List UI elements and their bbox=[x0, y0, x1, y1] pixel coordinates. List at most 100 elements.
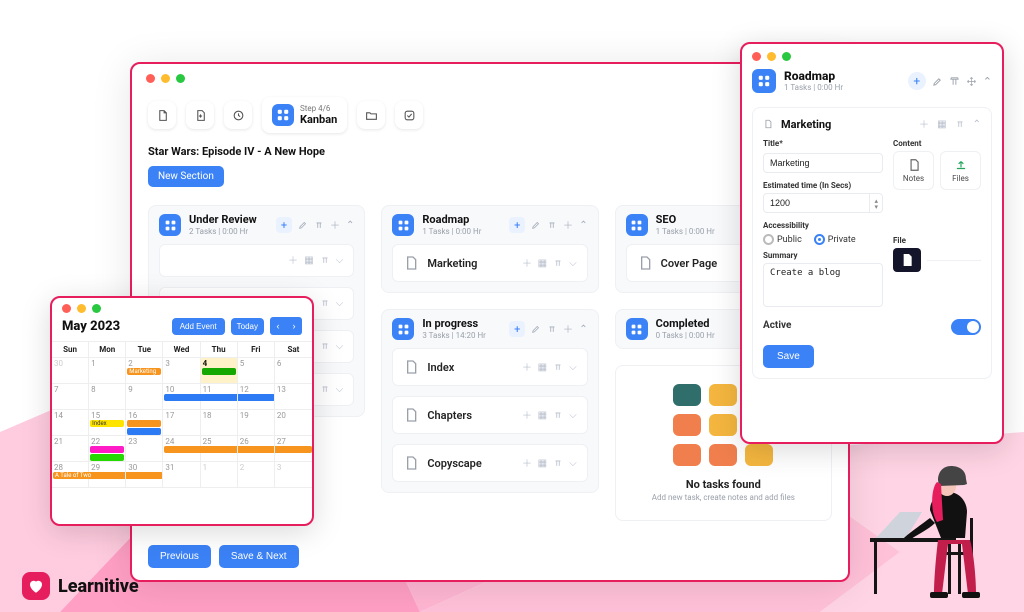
next-month-button[interactable]: › bbox=[286, 317, 302, 335]
grid-icon[interactable]: ▦ bbox=[538, 410, 547, 421]
move-icon[interactable] bbox=[522, 362, 532, 373]
calendar-cell[interactable]: 9 bbox=[126, 384, 163, 410]
edit-icon[interactable] bbox=[531, 220, 541, 231]
step-indicator-kanban[interactable]: Step 4/6Kanban bbox=[262, 97, 347, 133]
doc-add-icon[interactable] bbox=[186, 101, 214, 129]
calendar-cell[interactable]: 21 bbox=[52, 436, 89, 462]
delete-icon[interactable] bbox=[553, 362, 563, 373]
delete-icon[interactable] bbox=[553, 458, 563, 469]
calendar-cell[interactable]: 16 bbox=[126, 410, 163, 436]
move-icon[interactable] bbox=[563, 220, 573, 231]
delete-icon[interactable] bbox=[547, 220, 557, 231]
today-button[interactable]: Today bbox=[231, 318, 264, 335]
calendar-cell[interactable]: 14 bbox=[52, 410, 89, 436]
calendar-event[interactable] bbox=[90, 446, 124, 453]
calendar-cell[interactable]: 7 bbox=[52, 384, 89, 410]
public-radio[interactable]: Public bbox=[763, 234, 802, 245]
est-input[interactable] bbox=[763, 193, 870, 213]
previous-button[interactable]: Previous bbox=[148, 545, 211, 568]
save-button[interactable]: Save bbox=[763, 345, 814, 368]
grid-icon[interactable]: ▦ bbox=[538, 362, 547, 373]
add-task-icon[interactable]: + bbox=[509, 321, 525, 337]
calendar-cell[interactable]: 17 bbox=[163, 410, 200, 436]
calendar-cell[interactable]: 20 bbox=[275, 410, 312, 436]
move-icon[interactable] bbox=[288, 255, 298, 266]
calendar-event[interactable] bbox=[90, 454, 124, 461]
calendar-cell[interactable]: 18 bbox=[201, 410, 238, 436]
calendar-cell[interactable]: 30 bbox=[126, 462, 163, 488]
move-icon[interactable] bbox=[522, 410, 532, 421]
task-card[interactable]: Copyscape ▦ ⌵ bbox=[392, 444, 587, 482]
move-icon[interactable] bbox=[966, 75, 977, 88]
files-button[interactable]: Files bbox=[940, 151, 981, 190]
calendar-cell[interactable]: 31 bbox=[163, 462, 200, 488]
delete-icon[interactable] bbox=[949, 75, 960, 88]
clock-icon[interactable] bbox=[224, 101, 252, 129]
calendar-event[interactable]: Marketing bbox=[127, 368, 161, 375]
delete-icon[interactable] bbox=[320, 298, 330, 309]
collapse-icon[interactable]: ⌃ bbox=[983, 75, 992, 88]
collapse-icon[interactable]: ⌃ bbox=[973, 119, 981, 130]
delete-icon[interactable] bbox=[320, 341, 330, 352]
calendar-cell[interactable]: 12 bbox=[238, 384, 275, 410]
expand-icon[interactable]: ⌵ bbox=[569, 458, 577, 469]
calendar-cell[interactable]: 30 bbox=[52, 358, 89, 384]
calendar-cell[interactable]: 2 bbox=[238, 462, 275, 488]
move-icon[interactable] bbox=[563, 324, 573, 335]
prev-month-button[interactable]: ‹ bbox=[270, 317, 286, 335]
calendar-cell[interactable]: 23 bbox=[126, 436, 163, 462]
grid-icon[interactable]: ▦ bbox=[304, 255, 313, 266]
task-card[interactable]: Chapters ▦ ⌵ bbox=[392, 396, 587, 434]
calendar-cell[interactable]: 8 bbox=[89, 384, 126, 410]
title-input[interactable] bbox=[763, 153, 883, 173]
delete-icon[interactable] bbox=[320, 255, 330, 266]
calendar-cell[interactable]: 5 bbox=[238, 358, 275, 384]
calendar-cell[interactable]: 13 bbox=[275, 384, 312, 410]
calendar-cell[interactable]: 4 bbox=[201, 358, 238, 384]
doc-icon[interactable] bbox=[148, 101, 176, 129]
calendar-cell[interactable]: 29 bbox=[89, 462, 126, 488]
calendar-cell[interactable]: 26 bbox=[238, 436, 275, 462]
expand-icon[interactable]: ⌵ bbox=[569, 258, 577, 269]
add-task-icon[interactable]: + bbox=[276, 217, 292, 233]
grid-icon[interactable]: ▦ bbox=[538, 458, 547, 469]
task-card[interactable]: Marketing ▦ ⌵ bbox=[392, 244, 587, 282]
calendar-cell[interactable]: 6 bbox=[275, 358, 312, 384]
expand-icon[interactable]: ⌵ bbox=[569, 362, 577, 373]
delete-icon[interactable] bbox=[955, 119, 965, 130]
delete-icon[interactable] bbox=[553, 410, 563, 421]
calendar-cell[interactable]: 27 bbox=[275, 436, 312, 462]
move-icon[interactable] bbox=[522, 258, 532, 269]
calendar-cell[interactable]: 22 bbox=[89, 436, 126, 462]
notes-button[interactable]: Notes bbox=[893, 151, 934, 190]
add-task-icon[interactable]: + bbox=[509, 217, 525, 233]
collapse-icon[interactable]: ⌃ bbox=[346, 220, 354, 231]
est-stepper[interactable]: ▴▾ bbox=[870, 193, 883, 213]
folder-icon[interactable] bbox=[357, 101, 385, 129]
expand-icon[interactable]: ⌵ bbox=[336, 255, 344, 266]
check-icon[interactable] bbox=[395, 101, 423, 129]
task-card[interactable]: Index ▦ ⌵ bbox=[392, 348, 587, 386]
calendar-event[interactable]: Index bbox=[90, 420, 124, 427]
calendar-cell[interactable]: 15Index bbox=[89, 410, 126, 436]
collapse-icon[interactable]: ⌃ bbox=[579, 220, 587, 231]
delete-icon[interactable] bbox=[314, 220, 324, 231]
calendar-cell[interactable]: 11 bbox=[201, 384, 238, 410]
task-card[interactable]: ▦ ⌵ bbox=[159, 244, 354, 277]
new-section-button[interactable]: New Section bbox=[148, 166, 224, 187]
calendar-cell[interactable]: 24 bbox=[163, 436, 200, 462]
calendar-cell[interactable]: 3 bbox=[275, 462, 312, 488]
calendar-cell[interactable]: 1 bbox=[89, 358, 126, 384]
add-icon[interactable]: + bbox=[908, 72, 926, 90]
edit-icon[interactable] bbox=[932, 75, 943, 88]
grid-icon[interactable]: ▦ bbox=[538, 258, 547, 269]
add-event-button[interactable]: Add Event bbox=[172, 318, 225, 335]
delete-icon[interactable] bbox=[320, 384, 330, 395]
calendar-event[interactable] bbox=[127, 428, 161, 435]
save-next-button[interactable]: Save & Next bbox=[219, 545, 299, 568]
calendar-cell[interactable]: 3 bbox=[163, 358, 200, 384]
grid2-icon[interactable]: ▦ bbox=[937, 119, 946, 130]
summary-input[interactable] bbox=[763, 263, 883, 307]
calendar-cell[interactable]: 19 bbox=[238, 410, 275, 436]
expand-icon[interactable]: ⌵ bbox=[569, 410, 577, 421]
